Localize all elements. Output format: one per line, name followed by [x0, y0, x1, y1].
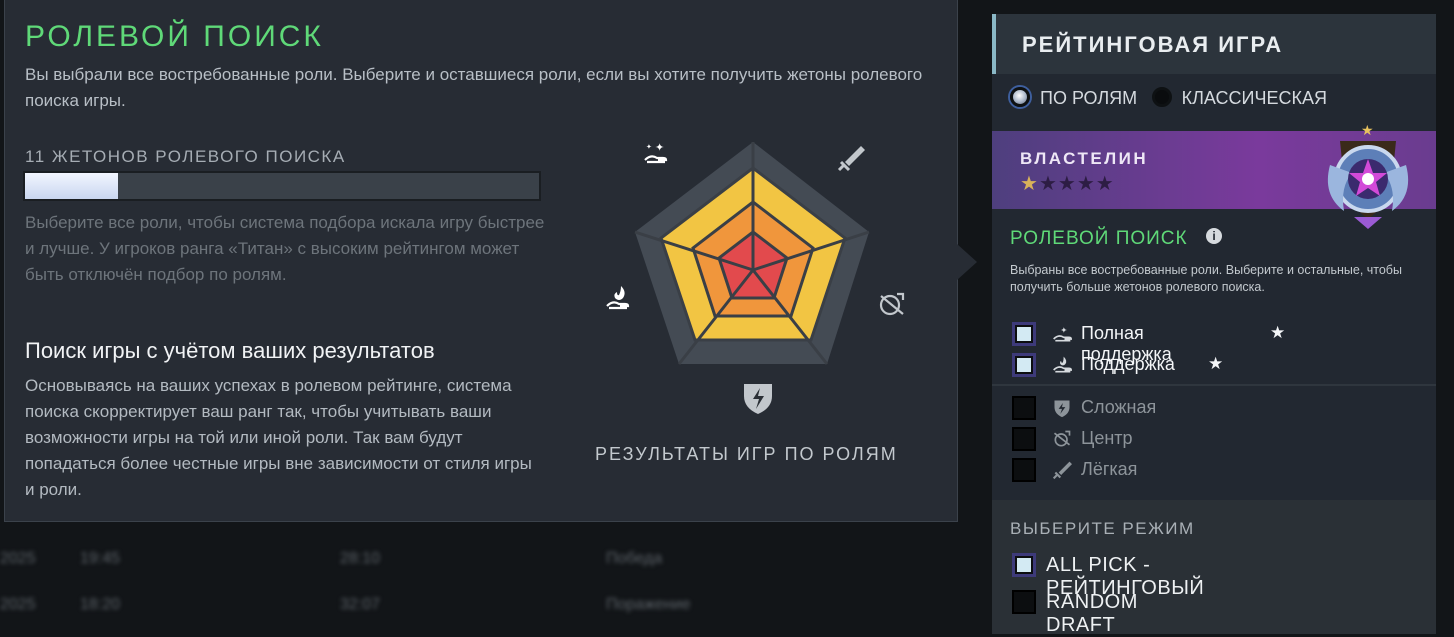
star-empty-icon: ★ [1038, 173, 1058, 195]
role-checkbox[interactable] [1012, 322, 1036, 346]
radio-selected-icon [1010, 87, 1030, 107]
radio-unselected-icon [1151, 87, 1172, 107]
table-row: 2025 19:45 28:10 Победа [0, 550, 663, 567]
radar-chart-label: РЕЗУЛЬТАТЫ ИГР ПО РОЛЯМ [595, 444, 898, 464]
role-divider [992, 384, 1436, 386]
hard-support-icon: ✦ [1053, 325, 1072, 342]
tokens-progress-bar [23, 171, 541, 201]
role-search-title: РОЛЕВОЙ ПОИСК [1010, 228, 1188, 249]
panel-title: РЕЙТИНГОВАЯ ИГРА [1022, 32, 1284, 57]
ranked-panel: РЕЙТИНГОВАЯ ИГРА ПО РОЛЯМ КЛАССИЧЕСКАЯ В… [992, 14, 1436, 636]
rank-banner: ВЛАСТЕЛИН ★★★★★ ★ [992, 123, 1436, 229]
role-search-popup: РОЛЕВОЙ ПОИСК Вы выбрали все востребован… [4, 0, 958, 522]
role-label: Центр [1081, 428, 1133, 448]
tokens-progress-fill [25, 173, 118, 199]
star-empty-icon: ★ [1076, 173, 1096, 195]
popup-heading: Поиск игры с учётом ваших результатов [25, 338, 435, 363]
svg-text:✦: ✦ [646, 143, 652, 151]
mode-title: ВЫБЕРИТЕ РЕЖИМ [1010, 519, 1195, 538]
radio-label: КЛАССИЧЕСКАЯ [1181, 88, 1327, 108]
role-checkbox[interactable] [1012, 353, 1036, 377]
role-checkbox[interactable] [1012, 396, 1036, 420]
panel-header: РЕЙТИНГОВАЯ ИГРА [992, 14, 1436, 74]
popup-title: РОЛЕВОЙ ПОИСК [25, 20, 324, 53]
sword-icon [1052, 461, 1072, 480]
role-label: Лёгкая [1081, 459, 1138, 479]
popup-pointer [957, 244, 977, 280]
shield-icon [744, 384, 772, 414]
svg-text:★: ★ [1361, 123, 1374, 139]
svg-text:✦: ✦ [1060, 325, 1067, 335]
match-history-background: 2025 19:45 28:10 Победа 2025 18:20 32:07 Пораж… [0, 520, 990, 634]
role-checkbox[interactable] [1012, 458, 1036, 482]
tokens-label: 11 ЖЕТОНОВ РОЛЕВОГО ПОИСКА [25, 147, 346, 166]
role-search-description: Выбраны все востребованные роли. Выберит… [1010, 263, 1402, 294]
star-empty-icon: ★ [1057, 173, 1077, 195]
role-checkbox[interactable] [1012, 427, 1036, 451]
rank-stars: ★★★★★ [1020, 171, 1115, 196]
bow-icon [879, 292, 905, 316]
role-label: Сложная [1081, 397, 1157, 417]
mode-label: RANDOM DRAFT [1046, 591, 1138, 636]
popup-hint: Выберите все роли, чтобы система подбора… [25, 213, 545, 284]
matchmaking-type-radio-group: ПО РОЛЯМ КЛАССИЧЕСКАЯ [1010, 86, 1337, 112]
role-label: Поддержка [1081, 354, 1175, 374]
role-results-radar: ✦ ✦ [606, 141, 905, 414]
sword-icon [837, 146, 865, 172]
popup-description: Основываясь на ваших успехах в ролевом р… [25, 376, 532, 499]
info-icon[interactable]: i [1206, 228, 1222, 244]
star-filled-icon: ★ [1020, 173, 1039, 195]
radio-by-roles[interactable]: ПО РОЛЯМ [1010, 86, 1137, 110]
rank-name: ВЛАСТЕЛИН [1020, 149, 1149, 168]
mode-checkbox[interactable] [1012, 590, 1036, 614]
hard-support-icon: ✦ ✦ [644, 141, 668, 164]
table-row: 2025 18:20 32:07 Поражение [0, 596, 691, 613]
rank-medal-icon: ★ [1327, 123, 1409, 229]
radio-classic[interactable]: КЛАССИЧЕСКАЯ [1151, 86, 1327, 110]
bow-icon [1053, 430, 1071, 447]
star-icon: ★ [1208, 354, 1224, 373]
popup-subtitle: Вы выбрали все востребованные роли. Выбе… [25, 65, 923, 110]
support-icon [1053, 356, 1072, 373]
support-icon [606, 286, 630, 310]
mode-checkbox[interactable] [1012, 553, 1036, 577]
shield-icon [1054, 400, 1070, 418]
svg-text:✦: ✦ [655, 141, 664, 154]
star-empty-icon: ★ [1095, 173, 1115, 195]
star-icon: ★ [1270, 323, 1286, 342]
